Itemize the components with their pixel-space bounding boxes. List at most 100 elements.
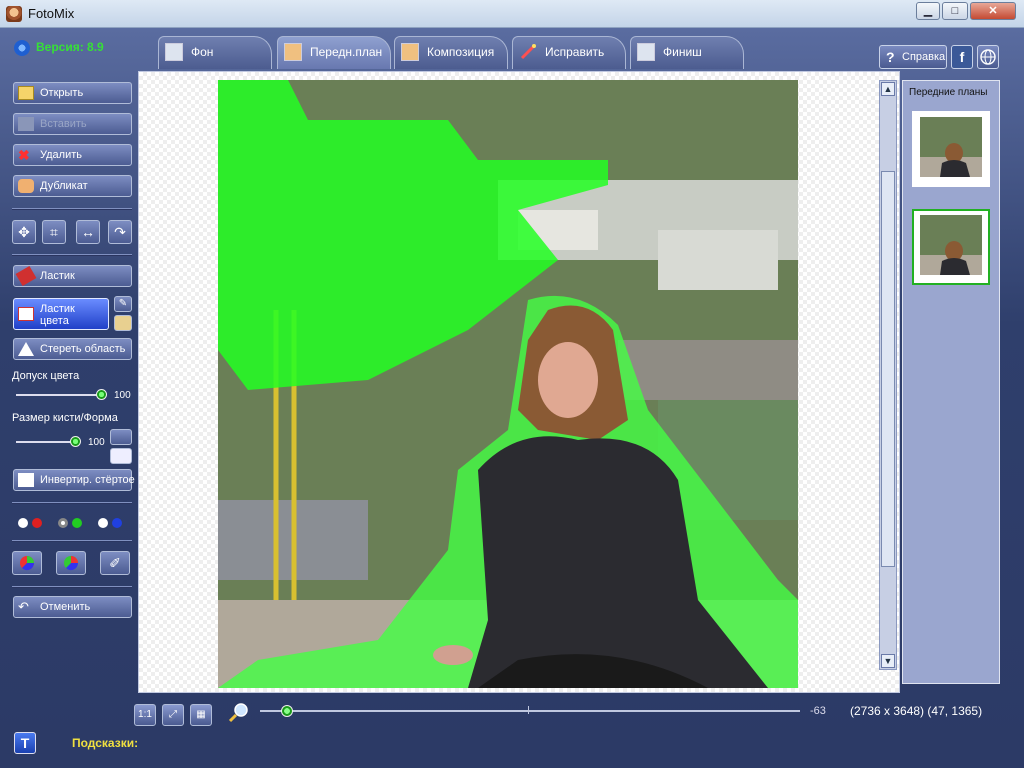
app-icon [6,6,22,22]
foregrounds-panel: Передние планы [902,80,1000,684]
divider [12,502,132,504]
tab-label: Исправить [545,45,605,59]
undo-icon: ↶ [18,599,29,614]
open-label: Открыть [40,87,84,99]
divider [12,254,132,256]
color-tolerance-label: Допуск цвета [12,370,80,382]
canvas-vertical-scrollbar[interactable]: ▲ ▼ [879,80,897,670]
zoom-center-tick [528,706,529,714]
foreground-thumbnail-1[interactable] [912,111,990,187]
color-tolerance-knob[interactable] [96,389,107,400]
version-label: Версия: 8.9 [14,40,104,56]
color-tolerance-slider[interactable] [16,394,106,396]
landscape-icon [165,43,183,61]
invert-icon [18,473,34,487]
erase-area-button[interactable]: Стереть область [13,338,132,360]
color-eraser-icon [18,307,34,321]
duplicate-button[interactable]: Дубликат [13,175,132,197]
tab-finish[interactable]: Финиш [630,36,744,69]
undo-label: Отменить [40,601,91,613]
version-text: Версия: 8.9 [36,40,104,55]
color-adjust-icon[interactable] [56,551,86,575]
brush-shape-square-icon[interactable] [110,448,132,464]
zoom-100-button[interactable]: 1:1 [134,704,156,726]
scroll-thumb[interactable] [881,171,895,567]
delete-x-icon: ✖ [18,147,30,163]
undo-button[interactable]: ↶ Отменить [13,596,132,618]
divider [12,586,132,588]
duplicate-label: Дубликат [40,180,88,192]
image-size-coordinates: (2736 x 3648) (47, 1365) [850,704,983,718]
white-blue-dot-option[interactable] [98,518,108,528]
tab-background[interactable]: Фон [158,36,272,69]
color-swatch[interactable] [114,315,132,331]
app-body: Версия: 8.9 Фон Передн.план Композиция И… [0,28,1024,768]
window-title: FotoMix [28,6,75,21]
color-wheel-icon[interactable] [12,551,42,575]
facebook-icon[interactable]: f [951,45,973,69]
white-red-dot-option[interactable] [18,518,28,528]
close-button[interactable]: ✕ [970,2,1016,20]
scroll-down-icon[interactable]: ▼ [881,654,895,668]
tab-composition[interactable]: Композиция [394,36,508,69]
zoom-value: -63 [810,705,826,717]
divider [12,540,132,542]
red-dot-icon [32,518,42,528]
zoom-slider-knob[interactable] [281,705,293,717]
maximize-button[interactable]: □ [942,2,968,20]
finish-icon [637,43,655,61]
foreground-thumbnail-2[interactable] [912,209,990,285]
blue-dot-icon [112,518,122,528]
divider [12,208,132,210]
eraser-icon [15,265,37,287]
color-eraser-button[interactable]: Ластик цвета [13,298,109,330]
minimize-button[interactable]: ▁ [916,2,940,20]
left-toolbar: Открыть Вставить ✖ Удалить Дубликат ✥ ⌗ … [8,74,136,698]
text-tool-button[interactable]: T [14,732,36,754]
erase-area-icon [18,342,34,356]
eraser-label: Ластик [40,270,75,282]
tab-label: Передн.план [310,45,383,59]
brush-tool-icon[interactable]: ✐ [100,551,130,575]
help-button[interactable]: ? Справка [879,45,947,69]
invert-erased-button[interactable]: Инвертир. стёртое [13,469,135,491]
flip-horizontal-icon[interactable]: ↔ [76,220,100,244]
tab-fix[interactable]: Исправить [512,36,626,69]
brush-size-knob[interactable] [70,436,81,447]
color-tolerance-value: 100 [114,390,131,401]
brush-size-value: 100 [88,437,105,448]
paste-label: Вставить [40,118,87,130]
portrait-icon [284,43,302,61]
brush-shape-round-icon[interactable] [110,429,132,445]
foregrounds-title: Передние планы [909,87,988,98]
tab-label: Фон [191,45,214,59]
eyedropper-icon[interactable]: ✎ [114,296,132,312]
open-button[interactable]: Открыть [13,82,132,104]
tab-foreground[interactable]: Передн.план [277,36,391,69]
eraser-button[interactable]: Ластик [13,265,132,287]
scroll-up-icon[interactable]: ▲ [881,82,895,96]
fit-to-window-icon[interactable]: ⤢ [162,704,184,726]
folder-icon [18,86,34,100]
image-canvas[interactable] [138,71,900,693]
brush-size-label: Размер кисти/Форма [12,412,118,424]
grid-icon[interactable]: ▦ [190,704,212,726]
photo [218,80,798,688]
paste-icon [18,117,34,131]
erase-area-label: Стереть область [40,343,126,355]
selected-dot-option[interactable] [58,518,68,528]
color-eraser-label-1: Ластик [40,303,75,315]
paste-button[interactable]: Вставить [13,113,132,135]
crop-icon[interactable]: ⌗ [42,220,66,244]
zoom-slider[interactable] [260,710,800,712]
delete-button[interactable]: ✖ Удалить [13,144,132,166]
zoom-magnifier-icon [228,702,250,724]
tab-label: Композиция [427,45,495,59]
move-icon[interactable]: ✥ [12,220,36,244]
rotate-icon[interactable]: ↷ [108,220,132,244]
color-eraser-label-2: цвета [40,315,69,327]
hints-label: Подсказки: [72,736,139,750]
globe-icon[interactable] [977,45,999,69]
composition-icon [401,43,419,61]
title-bar: FotoMix ▁ □ ✕ [0,0,1024,28]
